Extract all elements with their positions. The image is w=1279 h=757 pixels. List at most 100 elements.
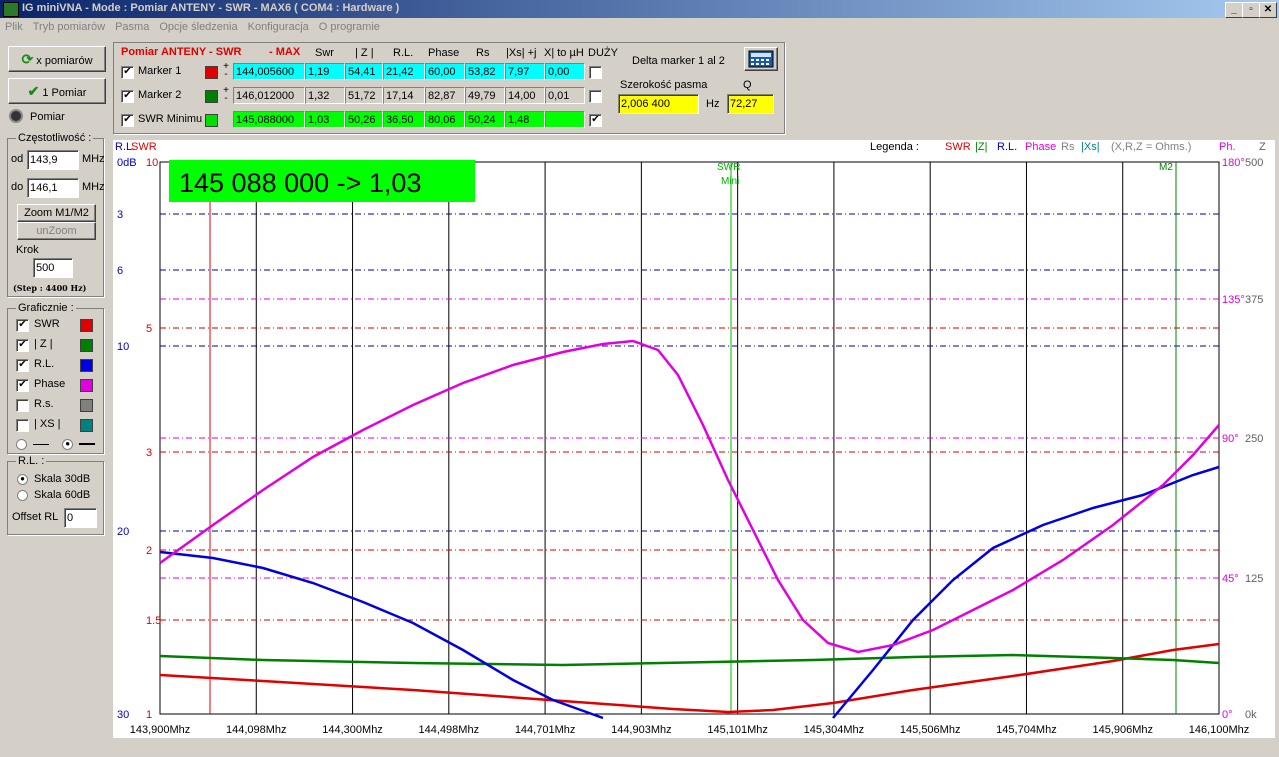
marker-frequency-0[interactable]: 144,005600 (233, 63, 305, 80)
calculator-icon (748, 50, 774, 68)
menu-o-programie[interactable]: O programie (314, 19, 385, 35)
marker-value-0-1: 54,41 (345, 63, 383, 80)
line-thick-radio[interactable]: ● (62, 438, 74, 450)
zoom-button[interactable]: Zoom M1/M2 (17, 204, 96, 222)
phase-tick-label: 180° (1222, 157, 1245, 169)
duzy-checkbox-0[interactable] (589, 66, 602, 79)
od-input[interactable]: 143,9 (27, 150, 79, 170)
maximize-button[interactable]: ▫ (1242, 2, 1260, 18)
duzy-checkbox-2[interactable]: ✔ (589, 114, 602, 127)
marker-value-2-4: 50,24 (465, 111, 505, 128)
legend-item-3: Phase (1025, 141, 1056, 153)
frequency-group-title: Częstotliwość : (16, 132, 94, 144)
marker-value-2-6 (545, 111, 585, 128)
menu-konfiguracja[interactable]: Konfiguracja (243, 19, 314, 35)
line-thin-radio[interactable] (16, 438, 27, 450)
swr-min-marker-label: SWR (717, 162, 740, 173)
phase-tick-label: 0° (1222, 709, 1233, 721)
offset-rl-label: Offset RL (12, 511, 59, 523)
graph-label-4: R.s. (34, 398, 54, 410)
duzy-checkbox-1[interactable] (589, 90, 602, 103)
calculator-button[interactable] (744, 47, 778, 71)
graph-color-swatch-4[interactable] (80, 399, 93, 412)
refresh-icon: ⟳ (21, 51, 34, 67)
menu-pasma[interactable]: Pasma (110, 19, 154, 35)
legend-item-2: R.L. (997, 141, 1017, 153)
graph-color-swatch-3[interactable] (80, 379, 93, 392)
bandwidth-label: Szerokość pasma (620, 79, 708, 91)
menu-plik[interactable]: Plik (0, 19, 28, 35)
marker-label-0: Marker 1 (138, 65, 182, 77)
swr-min-marker-sublabel: Mini (721, 176, 739, 187)
header-xs: |Xs| +j (506, 47, 537, 59)
skala30-radio[interactable]: ● (17, 474, 28, 485)
graph-checkbox-2[interactable]: ✔ (16, 359, 29, 372)
marker-checkbox-2[interactable]: ✔ (121, 114, 134, 127)
delta-label: Delta marker 1 al 2 (632, 55, 725, 67)
menu-tryb[interactable]: Tryb pomiarów (28, 19, 110, 35)
menu-bar: Plik Tryb pomiarów Pasma Opcje śledzenia Kon… (0, 19, 1279, 37)
marker-checkbox-1[interactable]: ✔ (121, 90, 134, 103)
graph-color-swatch-5[interactable] (80, 419, 93, 432)
thick-line-icon (79, 443, 96, 446)
one-pomiar-button[interactable]: ✔ 1 Pomiar (8, 78, 106, 104)
graph-group-title: Graficznie : (16, 302, 76, 314)
menu-opcje[interactable]: Opcje śledzenia (154, 19, 242, 35)
graph-label-0: SWR (34, 318, 60, 330)
x-pomiarow-button[interactable]: ⟳ x pomiarów (8, 46, 106, 72)
graph-checkbox-1[interactable]: ✔ (16, 339, 29, 352)
z-axis-title: Z (1259, 141, 1266, 153)
graph-color-swatch-1[interactable] (80, 339, 93, 352)
x-tick-label: 145,101Mhz (707, 724, 768, 736)
z-tick-label: 375 (1245, 294, 1263, 306)
x-tick-label: 145,704Mhz (996, 724, 1057, 736)
krok-input[interactable]: 500 (33, 258, 73, 278)
x-tick-label: 144,300Mhz (322, 724, 383, 736)
marker-adjust-icon-0[interactable]: + - (221, 62, 231, 80)
graph-checkbox-3[interactable]: ✔ (16, 379, 29, 392)
rl-tick-label: 6 (117, 265, 123, 277)
phase-tick-label: 135° (1222, 294, 1245, 306)
marker-color-swatch-1[interactable] (205, 90, 218, 103)
skala60-radio[interactable] (17, 490, 28, 501)
measurement-title: Pomiar ANTENY - SWR (121, 46, 242, 58)
graph-checkbox-0[interactable]: ✔ (16, 319, 29, 332)
x-tick-label: 145,906Mhz (1092, 724, 1153, 736)
legend-item-0: SWR (945, 141, 971, 153)
marker-frequency-2[interactable]: 145,088000 (233, 111, 305, 128)
marker-adjust-icon-1[interactable]: + - (221, 86, 231, 104)
graph-checkbox-5[interactable] (16, 419, 29, 432)
swr-axis-title: SWR (131, 141, 157, 153)
x-tick-label: 144,701Mhz (515, 724, 576, 736)
marker-value-2-1: 50,26 (345, 111, 383, 128)
thin-line-icon (33, 443, 50, 445)
x-tick-label: 145,304Mhz (804, 724, 865, 736)
graph-label-3: Phase (34, 378, 66, 390)
x-tick-label: 146,100Mhz (1189, 724, 1250, 736)
header-z: | Z | (355, 47, 374, 59)
unzoom-button[interactable]: unZoom (17, 222, 96, 240)
marker-label-2: SWR Minimu (138, 113, 203, 125)
marker-value-2-5: 1,48 (505, 111, 545, 128)
m2-marker-label: M2 (1159, 162, 1173, 173)
graph-color-swatch-2[interactable] (80, 359, 93, 372)
marker-value-2-3: 80,06 (425, 111, 465, 128)
graph-label-5: | XS | (34, 418, 61, 430)
marker-color-swatch-0[interactable] (205, 66, 218, 79)
marker-frequency-1[interactable]: 146,012000 (233, 87, 305, 104)
offset-rl-input[interactable]: 0 (64, 508, 97, 528)
swr-tick-label: 2 (146, 545, 152, 557)
marker-checkbox-0[interactable]: ✔ (121, 66, 134, 79)
swr-chart[interactable]: R.L. SWR 0dB 3 6 10 20 30 10 5 3 2 1.5 1 180° 135° 90° 45… (113, 140, 1275, 738)
do-input[interactable]: 146,1 (27, 178, 79, 198)
title-bar: IG miniVNA - Mode : Pomiar ANTENY - SWR … (0, 0, 1279, 18)
close-button[interactable]: ✕ (1259, 2, 1277, 18)
graph-color-swatch-0[interactable] (80, 319, 93, 332)
header-duzy: DUŻY (588, 47, 618, 59)
graph-checkbox-4[interactable] (16, 399, 29, 412)
swr-tick-label: 3 (146, 447, 152, 459)
marker-color-swatch-2[interactable] (205, 114, 218, 127)
rl-tick-label: 3 (117, 209, 123, 221)
minimize-button[interactable]: _ (1225, 2, 1243, 18)
header-swr: Swr (315, 47, 334, 59)
